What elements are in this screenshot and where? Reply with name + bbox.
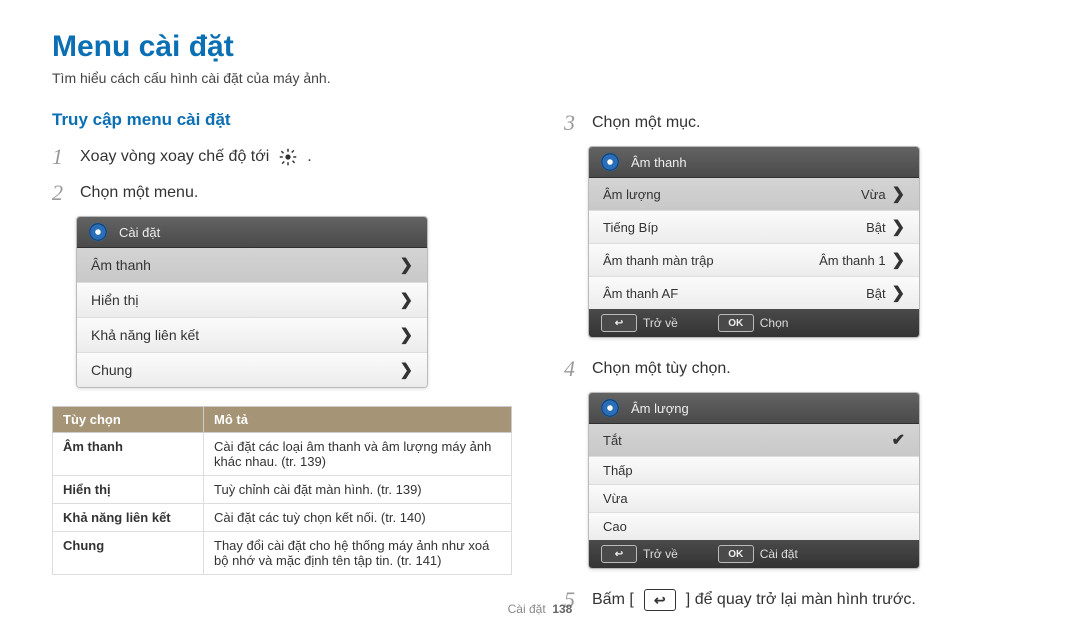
menu-panel-volume: Âm lượng Tắt ✔ Thấp Vừa Cao ↩ Trở về OK Cài … — [588, 392, 920, 569]
chevron-right-icon: ❯ — [892, 217, 905, 237]
panel-header: Cài đặt — [77, 217, 427, 248]
options-table: Tùy chọn Mô tả Âm thanhCài đặt các loại … — [52, 406, 512, 575]
step-2: 2 Chọn một menu. — [52, 180, 516, 206]
menu-item-label: Tắt — [603, 433, 622, 448]
step-text: Chọn một mục. — [592, 114, 700, 132]
mode-dial-icon — [599, 151, 621, 173]
panel-footer-back: Trở về — [643, 547, 678, 561]
panel-footer-ok: Cài đặt — [760, 547, 798, 561]
menu-panel-settings: Cài đặt Âm thanh❯Hiển thị❯Khả năng liên … — [76, 216, 428, 388]
table-cell-desc: Cài đặt các tuỳ chọn kết nối. (tr. 140) — [204, 504, 512, 532]
table-row: Âm thanhCài đặt các loại âm thanh và âm … — [53, 433, 512, 476]
menu-item-value-wrap: Âm thanh 1 ❯ — [819, 250, 905, 270]
menu-item-value: Bật — [866, 220, 886, 235]
step-3: 3 Chọn một mục. — [564, 110, 1028, 136]
menu-panel-sound: Âm thanh Âm lượngVừa❯Tiếng BípBật❯Âm tha… — [588, 146, 920, 338]
menu-item-value: Vừa — [861, 187, 886, 202]
step-number: 3 — [564, 110, 582, 136]
menu-item[interactable]: Khả năng liên kết ❯ — [77, 318, 427, 353]
chevron-right-icon: ❯ — [400, 360, 413, 380]
menu-item[interactable]: Âm lượng Vừa ❯ — [589, 178, 919, 211]
menu-item[interactable]: Âm thanh màn trập Âm thanh 1 ❯ — [589, 244, 919, 277]
panel-header: Âm thanh — [589, 147, 919, 178]
menu-item-label: Thấp — [603, 463, 633, 478]
menu-item-value: Âm thanh 1 — [819, 253, 886, 268]
step-text: Chọn một tùy chọn. — [592, 360, 731, 378]
chevron-right-icon: ❯ — [892, 283, 905, 303]
section-heading: Truy cập menu cài đặt — [52, 110, 516, 130]
chevron-right-icon: ❯ — [892, 184, 905, 204]
page-title: Menu cài đặt — [52, 30, 1028, 64]
table-cell-desc: Cài đặt các loại âm thanh và âm lượng má… — [204, 433, 512, 476]
mode-dial-icon — [87, 221, 109, 243]
menu-item[interactable]: Vừa — [589, 485, 919, 513]
menu-item[interactable]: Tắt ✔ — [589, 424, 919, 457]
table-cell-option: Hiển thị — [53, 476, 204, 504]
menu-item[interactable]: Âm thanh ❯ — [77, 248, 427, 283]
panel-header-title: Cài đặt — [119, 225, 160, 240]
gear-icon — [279, 148, 297, 166]
menu-item[interactable]: Âm thanh AF Bật ❯ — [589, 277, 919, 309]
chevron-right-icon: ❯ — [400, 255, 413, 275]
step-text-suffix: . — [307, 148, 311, 166]
menu-item-label: Âm thanh màn trập — [603, 253, 714, 268]
panel-footer: ↩ Trở về OK Cài đặt — [589, 540, 919, 568]
step-4: 4 Chọn một tùy chọn. — [564, 356, 1028, 382]
chevron-right-icon: ❯ — [892, 250, 905, 270]
menu-item[interactable]: Cao — [589, 513, 919, 540]
menu-item-value-wrap: Vừa ❯ — [861, 184, 905, 204]
menu-item[interactable]: Thấp — [589, 457, 919, 485]
panel-footer-ok: Chọn — [760, 316, 789, 330]
menu-item-value-wrap: Bật ❯ — [866, 283, 905, 303]
page-subtitle: Tìm hiểu cách cấu hình cài đặt của máy ả… — [52, 70, 1028, 86]
menu-item[interactable]: Hiển thị ❯ — [77, 283, 427, 318]
back-key-icon: ↩ — [601, 314, 637, 332]
menu-item-label: Tiếng Bíp — [603, 220, 658, 235]
step-number: 4 — [564, 356, 582, 382]
table-row: Hiển thịTuỳ chỉnh cài đặt màn hình. (tr.… — [53, 476, 512, 504]
menu-item-label: Âm thanh — [91, 257, 151, 273]
menu-item-label: Hiển thị — [91, 292, 138, 308]
step-number: 1 — [52, 144, 70, 170]
menu-item-value-wrap: Bật ❯ — [866, 217, 905, 237]
chevron-right-icon: ❯ — [400, 290, 413, 310]
check-icon: ✔ — [892, 430, 905, 450]
ok-key-icon: OK — [718, 545, 754, 563]
menu-item[interactable]: Chung ❯ — [77, 353, 427, 387]
chevron-right-icon: ❯ — [400, 325, 413, 345]
step-1: 1 Xoay vòng xoay chế độ tới . — [52, 144, 516, 170]
panel-footer-back: Trở về — [643, 316, 678, 330]
table-header-desc: Mô tả — [204, 407, 512, 433]
table-cell-option: Khả năng liên kết — [53, 504, 204, 532]
ok-key-icon: OK — [718, 314, 754, 332]
table-cell-option: Âm thanh — [53, 433, 204, 476]
panel-footer: ↩ Trở về OK Chọn — [589, 309, 919, 337]
table-row: Khả năng liên kếtCài đặt các tuỳ chọn kế… — [53, 504, 512, 532]
mode-dial-icon — [599, 397, 621, 419]
panel-header: Âm lượng — [589, 393, 919, 424]
table-header-option: Tùy chọn — [53, 407, 204, 433]
back-key-icon: ↩ — [601, 545, 637, 563]
menu-item-label: Khả năng liên kết — [91, 327, 199, 343]
table-cell-desc: Tuỳ chỉnh cài đặt màn hình. (tr. 139) — [204, 476, 512, 504]
step-text: Chọn một menu. — [80, 184, 198, 202]
menu-item[interactable]: Tiếng Bíp Bật ❯ — [589, 211, 919, 244]
table-cell-option: Chung — [53, 532, 204, 575]
menu-item-label: Chung — [91, 362, 132, 378]
menu-item-label: Vừa — [603, 491, 628, 506]
menu-item-label: Âm thanh AF — [603, 286, 678, 301]
footer-section: Cài đặt — [508, 602, 546, 616]
menu-item-label: Âm lượng — [603, 187, 661, 202]
step-text: Xoay vòng xoay chế độ tới — [80, 148, 269, 166]
panel-header-title: Âm lượng — [631, 401, 689, 416]
table-cell-desc: Thay đổi cài đặt cho hệ thống máy ảnh nh… — [204, 532, 512, 575]
menu-item-value: Bật — [866, 286, 886, 301]
table-row: ChungThay đổi cài đặt cho hệ thống máy ả… — [53, 532, 512, 575]
step-number: 2 — [52, 180, 70, 206]
menu-item-label: Cao — [603, 519, 627, 534]
panel-header-title: Âm thanh — [631, 155, 687, 170]
page-footer: Cài đặt 138 — [0, 602, 1080, 616]
footer-page-number: 138 — [552, 602, 572, 616]
